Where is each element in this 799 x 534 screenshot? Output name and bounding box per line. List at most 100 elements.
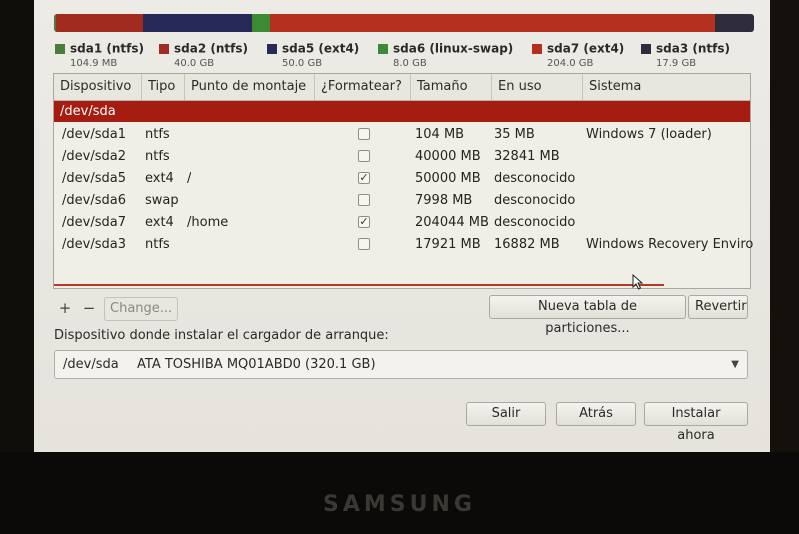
column-header-format[interactable]: ¿Formatear? (315, 74, 411, 100)
partition-table[interactable]: Dispositivo Tipo Punto de montaje ¿Forma… (53, 73, 754, 290)
legend-swatch (55, 43, 65, 54)
cell-mount: /home (187, 215, 229, 230)
table-scroll-indicator (54, 284, 664, 286)
legend-label: sda3 (ntfs) (656, 41, 730, 56)
bootloader-device-select[interactable]: /dev/sda ATA TOSHIBA MQ01ABD0 (320.1 GB)… (54, 350, 748, 379)
format-checkbox[interactable] (358, 150, 370, 162)
legend-size: 8.0 GB (393, 58, 427, 69)
bootloader-label: Dispositivo donde instalar el cargador d… (54, 328, 389, 343)
legend-swatch (532, 43, 542, 54)
cell-used: 32841 MB (494, 149, 560, 164)
cell-size: 40000 MB (415, 149, 481, 164)
partition-segment-sda3 (714, 14, 754, 32)
monitor-bezel-right (770, 0, 799, 452)
cell-size: 204044 MB (415, 215, 489, 230)
partition-segment-sda7 (269, 14, 715, 32)
cell-device: /dev/sda3 (62, 237, 126, 252)
cell-device: /dev/sda1 (62, 127, 126, 142)
legend-item: sda3 (ntfs) 17.9 GB (641, 38, 730, 69)
column-header-type[interactable]: Tipo (142, 74, 185, 100)
cell-used: desconocido (494, 193, 576, 208)
cell-type: ntfs (145, 237, 170, 252)
column-header-used[interactable]: En uso (492, 74, 583, 100)
cell-type: ext4 (145, 171, 174, 186)
table-row[interactable]: /dev/sda3 ntfs 17921 MB 16882 MB Windows Rec… (54, 234, 754, 256)
cell-type: ext4 (145, 215, 174, 230)
table-row[interactable]: /dev/sda2 ntfs 40000 MB 32841 MB (54, 146, 750, 168)
column-header-mount[interactable]: Punto de montaje (185, 74, 315, 100)
format-checkbox[interactable] (358, 128, 370, 140)
legend-item: sda7 (ext4) 204.0 GB (532, 38, 624, 69)
legend-item: sda1 (ntfs) 104.9 MB (55, 38, 144, 69)
cell-used: desconocido (494, 171, 576, 186)
monitor-bezel-left (0, 0, 34, 452)
back-button[interactable]: Atrás (556, 402, 636, 426)
legend-size: 204.0 GB (547, 58, 594, 69)
bootloader-device: /dev/sda (63, 357, 119, 372)
legend-label: sda6 (linux-swap) (393, 41, 514, 56)
partition-segment-sda5 (143, 14, 253, 32)
partition-legend: sda1 (ntfs) 104.9 MB sda2 (ntfs) 40.0 GB sda… (55, 38, 755, 69)
table-row[interactable]: /dev/sda6 swap 7998 MB desconocido (54, 190, 750, 212)
legend-swatch (159, 43, 169, 54)
format-checkbox[interactable]: ✓ (358, 216, 370, 228)
partition-usage-bar (54, 14, 754, 32)
cell-type: ntfs (145, 127, 170, 142)
legend-label: sda1 (ntfs) (70, 41, 144, 56)
cell-size: 17921 MB (415, 237, 481, 252)
table-header: Dispositivo Tipo Punto de montaje ¿Forma… (54, 74, 750, 101)
cell-mount: / (187, 171, 192, 186)
partition-segment-sda6 (252, 14, 270, 32)
install-now-button[interactable]: Instalar ahora (644, 402, 748, 443)
bootloader-device-model: ATA TOSHIBA MQ01ABD0 (320.1 GB) (137, 357, 376, 372)
table-row[interactable]: /dev/sda7 ext4/home 204044 MB desconocido ✓ (54, 212, 750, 234)
legend-label: sda5 (ext4) (282, 41, 360, 56)
cell-device: /dev/sda6 (62, 193, 126, 208)
cell-device: /dev/sda2 (62, 149, 126, 164)
cell-system: Windows Recovery Enviro (586, 237, 754, 252)
cell-type: ntfs (145, 149, 170, 164)
cell-used: 16882 MB (494, 237, 560, 252)
legend-size: 50.0 GB (282, 58, 323, 69)
legend-size: 40.0 GB (174, 58, 215, 69)
cell-system: Windows 7 (loader) (586, 127, 712, 142)
cell-used: desconocido (494, 215, 576, 230)
column-header-system[interactable]: Sistema (583, 74, 750, 100)
change-partition-button[interactable]: Change... (104, 297, 179, 321)
legend-label: sda7 (ext4) (547, 41, 625, 56)
revert-button[interactable]: Revertir (688, 295, 748, 319)
legend-item: sda5 (ext4) 50.0 GB (267, 38, 359, 69)
legend-item: sda6 (linux-swap) 8.0 GB (378, 38, 513, 69)
partition-segment-sda2 (56, 14, 144, 32)
installer-window: sda1 (ntfs) 104.9 MB sda2 (ntfs) 40.0 GB sda… (34, 0, 770, 452)
table-row[interactable]: /dev/sda1 ntfs 104 MB 35 MB Windows 7 (loade… (54, 124, 750, 146)
cell-used: 35 MB (494, 127, 535, 142)
cell-size: 50000 MB (415, 171, 481, 186)
legend-swatch (641, 43, 651, 54)
legend-item: sda2 (ntfs) 40.0 GB (159, 38, 248, 69)
remove-partition-button[interactable]: − (78, 297, 100, 321)
disk-row-selected[interactable]: /dev/sda (54, 101, 750, 122)
format-checkbox[interactable] (358, 194, 370, 206)
new-partition-table-button[interactable]: Nueva tabla de particiones... (489, 295, 686, 336)
table-row[interactable]: /dev/sda5 ext4 / 50000 MB desconocido ✓ (54, 168, 750, 190)
legend-size: 17.9 GB (656, 58, 697, 69)
dropdown-arrow-icon: ▼ (731, 359, 739, 370)
cell-size: 104 MB (415, 127, 465, 142)
format-checkbox[interactable]: ✓ (358, 172, 370, 184)
monitor-brand-logo: SAMSUNG (323, 492, 476, 517)
column-header-device[interactable]: Dispositivo (54, 74, 142, 100)
quit-button[interactable]: Salir (466, 402, 546, 426)
cell-device: /dev/sda7 (62, 215, 126, 230)
legend-size: 104.9 MB (70, 58, 118, 69)
mouse-pointer-icon (632, 274, 644, 290)
legend-swatch (378, 43, 388, 54)
cell-type: swap (145, 193, 179, 208)
cell-device: /dev/sda5 (62, 171, 126, 186)
legend-swatch (267, 43, 277, 54)
format-checkbox[interactable] (358, 238, 370, 250)
legend-label: sda2 (ntfs) (174, 41, 248, 56)
cell-size: 7998 MB (415, 193, 473, 208)
column-header-size[interactable]: Tamaño (411, 74, 492, 100)
add-partition-button[interactable]: + (54, 297, 76, 321)
